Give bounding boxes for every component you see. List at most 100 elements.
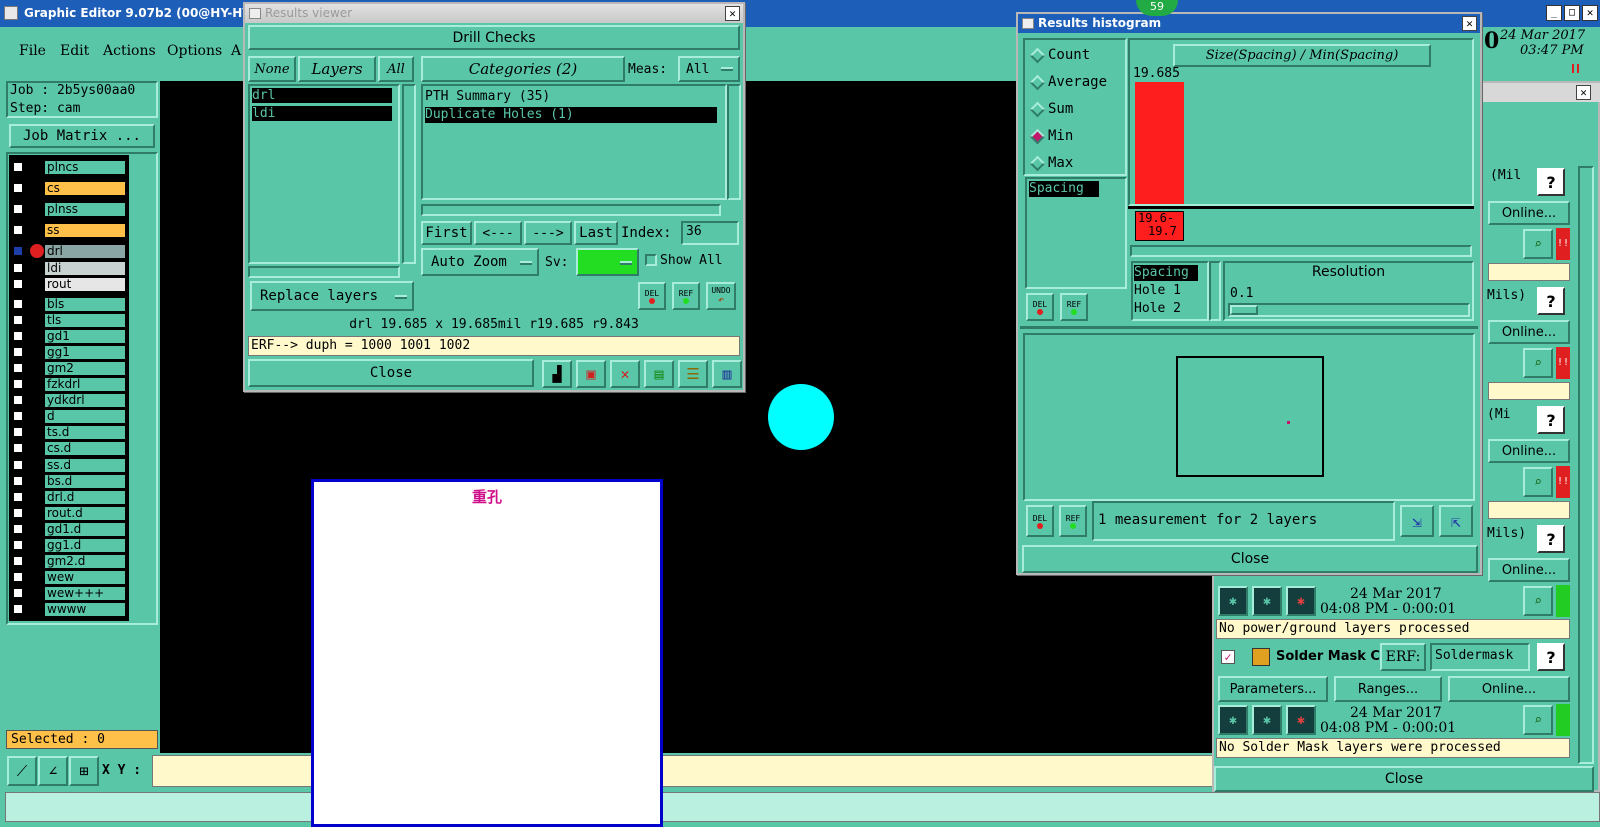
layer-checkbox[interactable] (12, 394, 24, 407)
layer-name[interactable]: wew (44, 569, 126, 585)
layer-checkbox[interactable] (12, 426, 24, 439)
zoom-result-icon-4[interactable]: ⌕ (1523, 586, 1553, 616)
layer-row[interactable]: cs (12, 181, 126, 196)
menu-file[interactable]: File (19, 43, 46, 59)
layer-row[interactable]: rout (12, 277, 126, 292)
run-icon-1[interactable]: ✱ (1218, 586, 1248, 616)
erf-button[interactable]: ERF: (1380, 643, 1426, 671)
resolution-slider[interactable] (1228, 303, 1470, 317)
layer-name[interactable]: ldi (44, 261, 126, 276)
layer-checkbox[interactable] (12, 245, 24, 257)
job-matrix-button[interactable]: Job Matrix ... (9, 124, 155, 148)
clear-icon[interactable]: ✕ (610, 360, 640, 388)
layer-name[interactable]: cs (44, 181, 126, 196)
measure-icon[interactable]: ∠ (38, 756, 68, 786)
layer-name[interactable]: rout (44, 277, 126, 292)
field-item-hole2[interactable]: Hole 2 (1134, 301, 1181, 316)
layer-row[interactable]: gg1.d (12, 537, 126, 553)
layer-row[interactable]: drl.d (12, 489, 126, 505)
notes-icon[interactable]: ☰ (678, 360, 708, 388)
layer-list-item-ldi[interactable]: ldi (252, 106, 392, 121)
zoom-result-icon-2[interactable]: ⌕ (1523, 348, 1553, 378)
histogram-close-button[interactable]: Close (1022, 545, 1478, 573)
layer-row[interactable]: tls (12, 313, 126, 329)
window-controls[interactable]: _ □ ✕ (1546, 5, 1598, 21)
layer-row[interactable]: drl (12, 244, 126, 259)
zoom-result-icon-1[interactable]: ⌕ (1523, 229, 1553, 259)
meas-dropdown[interactable]: All (678, 56, 740, 82)
layers-tab[interactable]: Layers (298, 56, 376, 82)
snap-icon[interactable]: ⟋ (7, 756, 37, 786)
help-button-1[interactable]: ? (1537, 168, 1565, 196)
layer-checkbox[interactable] (12, 522, 24, 535)
layer-checkbox[interactable] (12, 278, 24, 290)
stat-option-label[interactable]: Sum (1048, 101, 1073, 117)
replace-layers-dropdown[interactable]: Replace layers (250, 281, 414, 311)
layer-checkbox[interactable] (12, 490, 24, 503)
last-button[interactable]: Last (574, 221, 618, 245)
layer-name[interactable]: wwww (44, 601, 126, 617)
layer-name[interactable]: wew+++ (44, 585, 126, 601)
hist-del-button[interactable]: DEL (1026, 293, 1054, 321)
next-button[interactable]: ---> (524, 221, 572, 245)
index-input[interactable]: 36 (681, 221, 739, 245)
category-hscrollbar[interactable] (421, 204, 721, 216)
layer-name[interactable]: plnss (44, 202, 126, 217)
menu-actions[interactable]: Actions (103, 43, 156, 59)
help-button-2[interactable]: ? (1537, 287, 1565, 315)
ranges-button[interactable]: Ranges... (1334, 676, 1442, 702)
all-button[interactable]: All (378, 56, 414, 82)
layer-checkbox[interactable] (12, 458, 24, 471)
close-icon[interactable]: ✕ (1462, 16, 1477, 31)
layer-row[interactable]: gm2 (12, 361, 126, 377)
layer-name[interactable]: ts.d (44, 425, 126, 441)
minimize-icon[interactable]: _ (1546, 5, 1562, 21)
layer-row[interactable]: rout.d (12, 505, 126, 521)
online-button-4[interactable]: Online... (1488, 558, 1570, 582)
layer-row[interactable]: ss.d (12, 457, 126, 473)
layer-row[interactable]: gm2.d (12, 553, 126, 569)
run-icon-5[interactable]: ✱ (1252, 705, 1282, 735)
erf-value[interactable]: Soldermask (1430, 643, 1530, 671)
grid-icon[interactable]: ⊞ (69, 756, 99, 786)
first-button[interactable]: First (421, 221, 472, 245)
checklist-close-button[interactable]: Close (1214, 766, 1594, 792)
solder-online-button[interactable]: Online... (1448, 676, 1570, 702)
hist-ref-button-2[interactable]: REF (1059, 505, 1087, 537)
layer-checkbox[interactable] (12, 586, 24, 599)
layer-row[interactable]: d (12, 409, 126, 425)
layer-checkbox[interactable] (12, 314, 24, 327)
run-icon-2[interactable]: ✱ (1252, 586, 1282, 616)
field-item-spacing[interactable]: Spacing (1134, 265, 1198, 281)
close-icon[interactable]: ✕ (1582, 5, 1598, 21)
layer-name[interactable]: bs.d (44, 473, 126, 489)
category-item-duplicate[interactable]: Duplicate Holes (1) (425, 107, 717, 123)
layer-row[interactable]: gd1.d (12, 521, 126, 537)
close-icon[interactable]: ✕ (1576, 85, 1591, 100)
run-icon-6[interactable]: ✱ (1286, 705, 1316, 735)
fit-chart-icon[interactable]: ⇱ (1439, 505, 1473, 537)
layer-checkbox[interactable] (12, 330, 24, 343)
spacing-item[interactable]: Spacing (1029, 181, 1099, 197)
layer-checkbox[interactable] (12, 161, 24, 173)
help-button-4[interactable]: ? (1537, 525, 1565, 553)
layer-row[interactable]: ts.d (12, 425, 126, 441)
layer-name[interactable]: gm2 (44, 361, 126, 377)
layer-name[interactable]: cs.d (44, 441, 126, 457)
layer-name[interactable]: gg1.d (44, 537, 126, 553)
categories-tab[interactable]: Categories (2) (421, 56, 625, 82)
layer-name[interactable]: gm2.d (44, 553, 126, 569)
results-viewer-close-button[interactable]: Close (248, 359, 534, 387)
solder-check-checkbox[interactable]: ✓ (1221, 650, 1235, 664)
layer-list-item-drl[interactable]: drl (252, 88, 392, 103)
layer-name[interactable]: drl (44, 244, 126, 259)
layer-row[interactable]: bs.d (12, 473, 126, 489)
layer-row[interactable]: fzkdrl (12, 377, 126, 393)
layer-row[interactable]: ldi (12, 261, 126, 276)
layer-row[interactable]: wew (12, 569, 126, 585)
layer-checkbox[interactable] (12, 203, 24, 215)
field-item-hole1[interactable]: Hole 1 (1134, 283, 1181, 298)
layer-name[interactable]: d (44, 409, 126, 425)
layer-checkbox[interactable] (12, 554, 24, 567)
help-button-5[interactable]: ? (1537, 643, 1565, 671)
